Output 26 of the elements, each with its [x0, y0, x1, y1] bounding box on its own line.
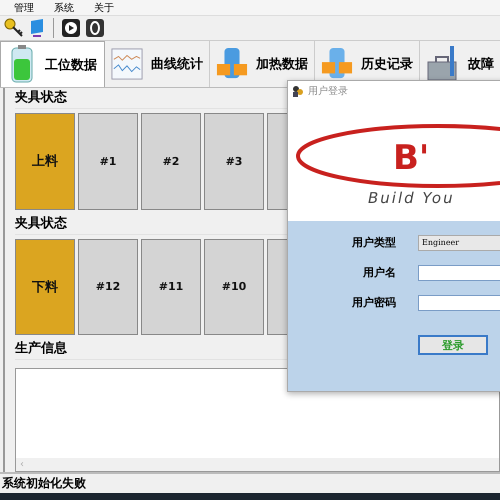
input-field[interactable]	[418, 295, 500, 311]
input-field[interactable]	[418, 265, 500, 281]
field-label: 用户密码	[350, 295, 397, 311]
fixture-slot: #1	[78, 112, 138, 210]
fixture-slot: 下料	[15, 238, 75, 336]
play-icon[interactable]	[61, 18, 81, 38]
fixture-slot: #10	[204, 238, 264, 336]
monitor-icon[interactable]	[28, 18, 46, 38]
menu-item[interactable]: 系统	[50, 0, 78, 14]
menu-item[interactable]: 关于	[90, 0, 118, 14]
fixture-slot: #3	[204, 112, 264, 210]
power-icon[interactable]	[85, 18, 105, 38]
logo-tagline: Build You	[368, 189, 455, 207]
line-chart-icon	[111, 47, 143, 81]
fixture-slot: 上料	[15, 112, 75, 210]
menu-item[interactable]: 管理	[10, 0, 38, 14]
users-icon	[292, 85, 304, 97]
field-label: 用户名	[362, 265, 397, 281]
tab[interactable]: 工位数据	[0, 41, 105, 87]
fixture-slot: #2	[141, 112, 201, 210]
user-type-select[interactable]: Engineer	[418, 235, 500, 251]
fixture-slot: #11	[141, 238, 201, 336]
logo-mark: B'	[393, 138, 430, 178]
fixture-slot: #12	[78, 238, 138, 336]
field-label: 用户类型	[350, 235, 397, 251]
key-icon[interactable]	[4, 18, 24, 38]
